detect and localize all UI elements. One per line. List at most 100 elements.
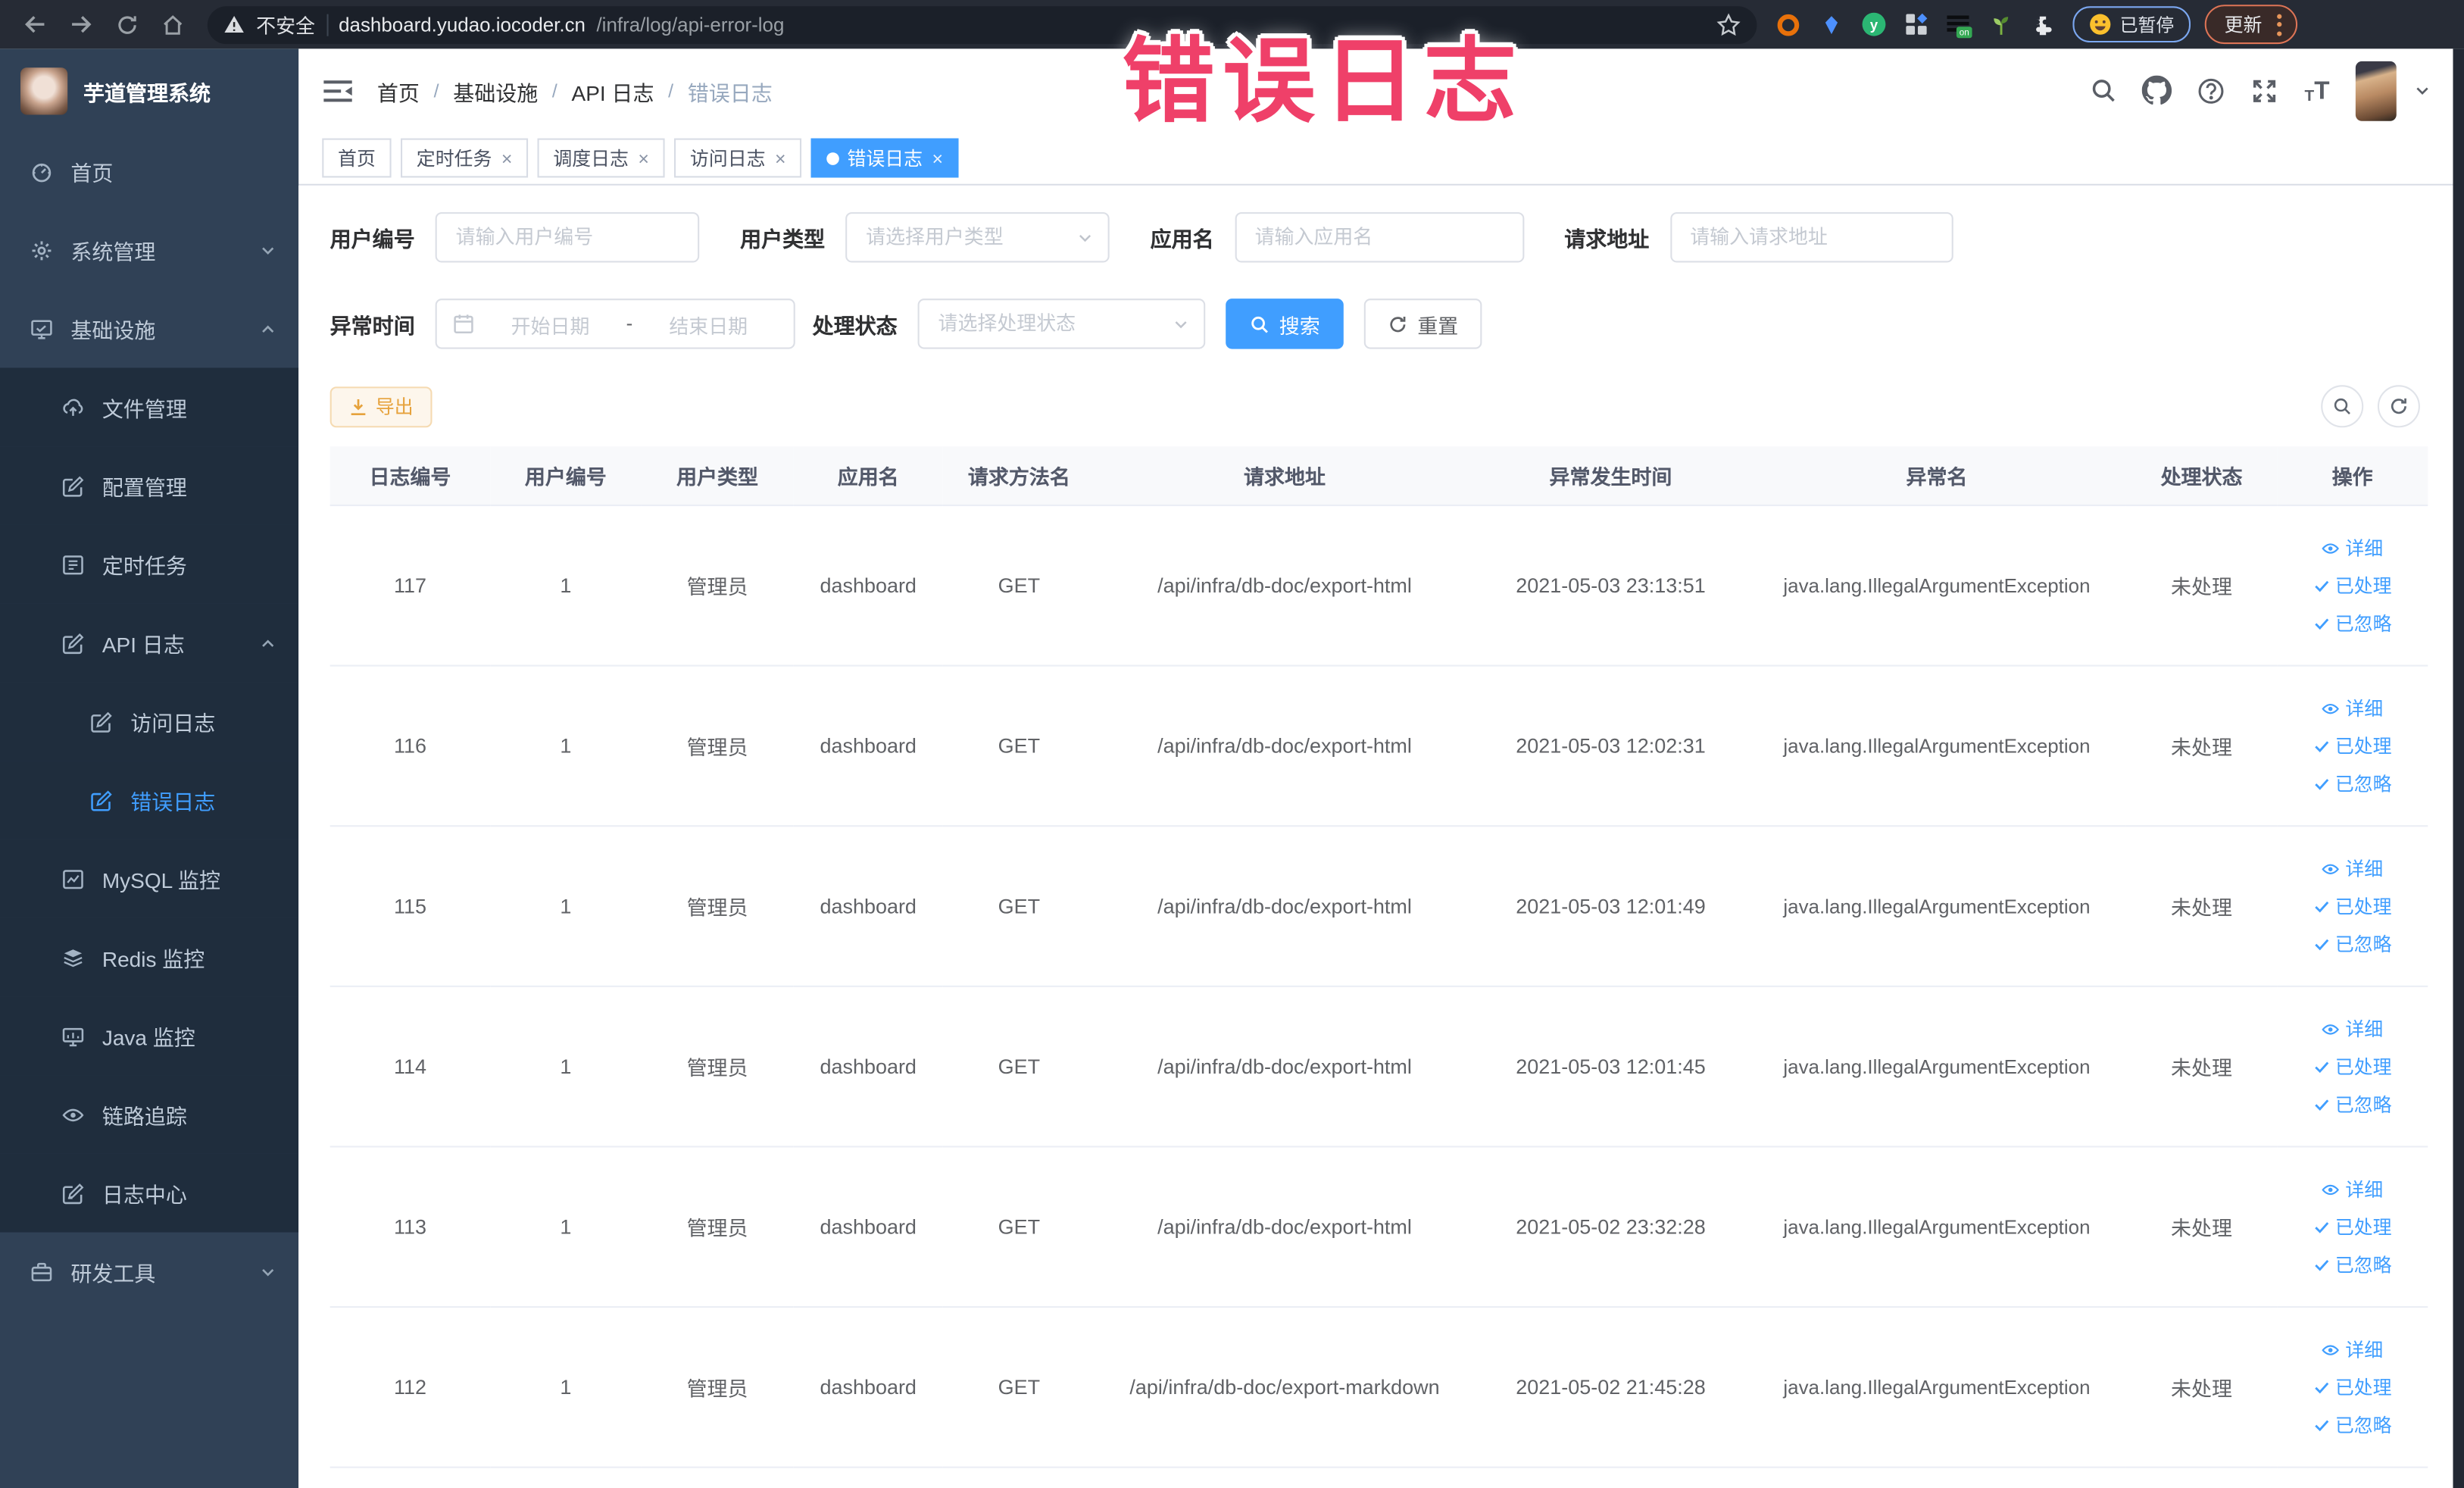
- search-icon[interactable]: [2088, 76, 2118, 105]
- detail-link[interactable]: 详细: [2322, 1176, 2383, 1202]
- processed-link[interactable]: 已处理: [2313, 733, 2392, 759]
- page-scrollbar[interactable]: [2453, 48, 2464, 1488]
- export-button[interactable]: 导出: [329, 386, 433, 427]
- refresh-table-button[interactable]: [2377, 385, 2420, 428]
- breadcrumb-item[interactable]: 首页: [377, 75, 420, 106]
- tab-job-log[interactable]: 调度日志 ×: [537, 138, 665, 178]
- ignored-link[interactable]: 已忽略: [2313, 610, 2392, 636]
- cell-status: 未处理: [2125, 505, 2278, 667]
- sidebar-item-log-center[interactable]: 日志中心: [0, 1153, 299, 1233]
- breadcrumb-item[interactable]: 基础设施: [453, 75, 538, 106]
- reset-button[interactable]: 重置: [1363, 299, 1482, 349]
- detail-link[interactable]: 详细: [2322, 534, 2383, 561]
- search-button-label: 搜索: [1279, 313, 1320, 338]
- action-label: 详细: [2345, 1339, 2384, 1361]
- sidebar-item-home[interactable]: 首页: [0, 132, 298, 211]
- browser-menu-kebab-icon[interactable]: [2276, 13, 2281, 36]
- user-type-select-field[interactable]: [847, 226, 1108, 249]
- extension-puzzle-icon[interactable]: [2028, 10, 2056, 38]
- processed-link[interactable]: 已处理: [2313, 1374, 2392, 1400]
- github-icon[interactable]: [2141, 75, 2172, 105]
- extension-plant-icon[interactable]: [1986, 10, 2014, 38]
- back-icon[interactable]: [13, 7, 58, 42]
- tab-access-log[interactable]: 访问日志 ×: [674, 138, 802, 178]
- hamburger-icon[interactable]: [322, 77, 353, 105]
- sidebar-item-dev-tools[interactable]: 研发工具: [0, 1233, 298, 1311]
- user-avatar[interactable]: [2355, 60, 2397, 120]
- detail-link[interactable]: 详细: [2322, 855, 2383, 882]
- sidebar-item-infrastructure[interactable]: 基础设施: [0, 289, 298, 368]
- process-status-select-field[interactable]: [919, 312, 1204, 335]
- tab-label: 定时任务: [416, 148, 492, 170]
- ignored-link[interactable]: 已忽略: [2313, 771, 2392, 797]
- detail-link[interactable]: 详细: [2322, 1336, 2383, 1362]
- search-button[interactable]: 搜索: [1226, 299, 1344, 349]
- user-id-input-field[interactable]: [436, 226, 698, 249]
- sidebar-item-redis-monitor[interactable]: Redis 监控: [0, 917, 299, 997]
- sidebar-item-system-mgmt[interactable]: 系统管理: [0, 211, 298, 289]
- process-status-select[interactable]: [917, 299, 1206, 349]
- tab-home[interactable]: 首页: [322, 138, 392, 178]
- toggle-search-button[interactable]: [2321, 385, 2364, 428]
- sidebar-item-trace[interactable]: 链路追踪: [0, 1075, 299, 1154]
- app-name-input[interactable]: [1234, 212, 1524, 263]
- user-id-input[interactable]: [435, 212, 700, 263]
- tab-error-log[interactable]: 错误日志 ×: [810, 138, 959, 178]
- schedule-icon: [61, 552, 85, 576]
- ignored-link[interactable]: 已忽略: [2313, 930, 2392, 957]
- help-icon[interactable]: [2195, 76, 2225, 105]
- exception-time-range-picker[interactable]: 开始日期 - 结束日期: [435, 299, 795, 349]
- paused-extension-badge[interactable]: 已暂停: [2072, 6, 2190, 43]
- sidebar-item-java-monitor[interactable]: Java 监控: [0, 996, 299, 1076]
- fullscreen-icon[interactable]: [2249, 76, 2278, 105]
- processed-link[interactable]: 已处理: [2313, 892, 2392, 919]
- close-tab-icon[interactable]: ×: [638, 147, 649, 169]
- security-label[interactable]: 不安全: [256, 9, 315, 39]
- app-name-input-field[interactable]: [1235, 226, 1522, 249]
- extension-grid-icon[interactable]: [1901, 10, 1929, 38]
- font-size-icon[interactable]: TT: [2302, 76, 2331, 105]
- sidebar-item-error-log[interactable]: 错误日志: [0, 761, 299, 839]
- tab-label: 调度日志: [553, 148, 629, 170]
- sidebar-item-file-mgmt[interactable]: 文件管理: [0, 367, 299, 447]
- browser-update-button[interactable]: 更新: [2203, 5, 2297, 45]
- close-tab-icon[interactable]: ×: [501, 147, 513, 169]
- request-url-input[interactable]: [1669, 212, 1953, 263]
- app-logo[interactable]: 芋道管理系统: [0, 48, 298, 132]
- forward-icon[interactable]: [58, 7, 104, 42]
- extension-on-badge-icon[interactable]: on: [1944, 10, 1972, 38]
- address-bar[interactable]: 不安全 dashboard.yudao.iocoder.cn/infra/log…: [207, 5, 1757, 44]
- ignored-link[interactable]: 已忽略: [2313, 1251, 2392, 1277]
- action-label: 已处理: [2334, 575, 2392, 598]
- cell-actions: 详细已处理已忽略: [2277, 505, 2428, 667]
- close-tab-icon[interactable]: ×: [775, 147, 786, 169]
- extension-orange-ring-icon[interactable]: [1774, 10, 1802, 38]
- user-type-label: 用户类型: [740, 227, 826, 252]
- tab-jobs[interactable]: 定时任务 ×: [401, 138, 529, 178]
- breadcrumb-item[interactable]: API 日志: [572, 75, 654, 106]
- request-url-input-field[interactable]: [1671, 226, 1951, 249]
- sidebar-item-scheduled-jobs[interactable]: 定时任务: [0, 524, 299, 604]
- sidebar-item-mysql-monitor[interactable]: MySQL 监控: [0, 839, 299, 918]
- detail-link[interactable]: 详细: [2322, 1015, 2383, 1042]
- bookmark-star-icon[interactable]: [1716, 12, 1741, 37]
- user-type-select[interactable]: [845, 212, 1110, 263]
- close-tab-icon[interactable]: ×: [932, 147, 944, 169]
- extension-blue-gem-icon[interactable]: [1816, 10, 1844, 38]
- user-menu-chevron-down-icon[interactable]: [2414, 82, 2431, 99]
- action-label: 详细: [2345, 1018, 2384, 1041]
- sidebar-item-api-log[interactable]: API 日志: [0, 603, 299, 683]
- extension-green-y-icon[interactable]: y: [1859, 10, 1887, 38]
- ignored-link[interactable]: 已忽略: [2313, 1091, 2392, 1118]
- ignored-link[interactable]: 已忽略: [2313, 1411, 2392, 1438]
- processed-link[interactable]: 已处理: [2313, 1214, 2392, 1240]
- reload-icon[interactable]: [104, 7, 149, 42]
- detail-link[interactable]: 详细: [2322, 695, 2383, 721]
- processed-link[interactable]: 已处理: [2313, 572, 2392, 599]
- sidebar-item-access-log[interactable]: 访问日志: [0, 682, 299, 761]
- check-icon: [2313, 614, 2331, 632]
- breadcrumb-separator: /: [433, 79, 439, 102]
- sidebar-item-config-mgmt[interactable]: 配置管理: [0, 446, 299, 525]
- home-icon[interactable]: [149, 7, 195, 42]
- processed-link[interactable]: 已处理: [2313, 1053, 2392, 1080]
